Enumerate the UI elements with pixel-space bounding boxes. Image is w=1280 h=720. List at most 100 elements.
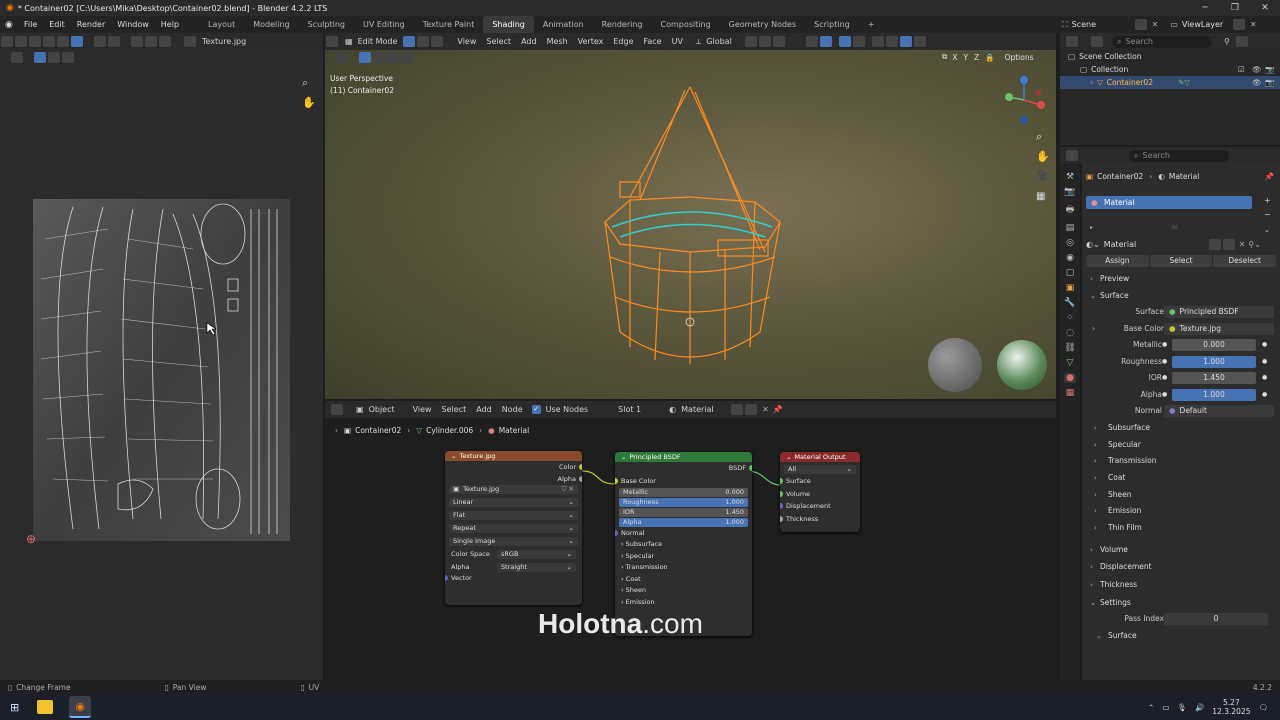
camera-view-icon[interactable]: 🎥 [1036, 171, 1048, 182]
solid-shading-icon[interactable] [885, 36, 898, 47]
outliner-editor-type-icon[interactable] [1066, 36, 1078, 47]
tray-chevron-icon[interactable]: ⌃ [1148, 703, 1154, 712]
visibility-icon[interactable] [805, 36, 818, 47]
pin-icon[interactable]: 📌 [773, 405, 783, 414]
particles-tab-icon[interactable]: ⁘ [1066, 313, 1074, 323]
menu-uv[interactable]: UV [667, 33, 688, 50]
projection-select[interactable]: Flat ⌄ [449, 510, 578, 520]
select-new-icon[interactable] [359, 52, 371, 63]
node-material-name[interactable]: Material [676, 401, 730, 418]
bsdf-panel-coat[interactable]: › Coat [615, 574, 752, 586]
use-nodes-checkbox[interactable]: ✓ [531, 405, 541, 414]
mode-select[interactable]: Edit Mode [353, 33, 403, 50]
viewport-editor-type-icon[interactable] [326, 36, 338, 47]
overlay-icon[interactable] [838, 36, 851, 47]
node-menu-node[interactable]: Node [497, 401, 528, 418]
bsdf-roughness-field[interactable]: Roughness 1.000 [619, 498, 748, 507]
surface-input-socket[interactable] [780, 478, 783, 484]
collection-tab-icon[interactable]: ▢ [1066, 268, 1075, 278]
bsdf-alpha-field[interactable]: Alpha 1.000 [619, 518, 748, 527]
proportional-edit-icon[interactable] [772, 36, 785, 47]
face-mode-icon[interactable] [431, 36, 444, 47]
xray-icon[interactable] [852, 36, 865, 47]
uv-sync-icon[interactable] [15, 36, 27, 47]
pass-index-field[interactable]: 0 [1164, 613, 1268, 626]
pan-hand-icon[interactable]: ✋ [302, 96, 316, 109]
material-tab-icon[interactable]: ● [1064, 373, 1076, 383]
tab-modeling[interactable]: Modeling [244, 16, 298, 33]
shader-type-select[interactable]: Object [364, 401, 404, 418]
color-output-socket[interactable] [579, 464, 582, 470]
bsdf-node-header[interactable]: ⌄ Principled BSDF [615, 452, 752, 462]
tab-compositing[interactable]: Compositing [652, 16, 720, 33]
scene-selector[interactable]: ⛶ Scene ✕ ▭ ViewLayer ✕ [1062, 16, 1257, 33]
scene-tab-icon[interactable]: ◎ [1066, 238, 1074, 248]
extension-select[interactable]: Repeat ⌄ [449, 523, 578, 533]
output-tab-icon[interactable]: 🖶 [1066, 202, 1075, 218]
tool-tab-icon[interactable]: ⚒ [1066, 172, 1074, 182]
delete-scene-icon[interactable]: ✕ [1152, 20, 1159, 29]
preview-section[interactable]: › Preview [1082, 271, 1280, 288]
menu-window[interactable]: Window [111, 16, 155, 33]
sticky-select-icon[interactable] [94, 36, 106, 47]
display-mode-icon[interactable] [1091, 36, 1103, 47]
displacement-input-socket[interactable] [780, 503, 783, 509]
pivot-point-icon[interactable] [744, 36, 757, 47]
thickness-section[interactable]: › Thickness [1082, 577, 1280, 594]
surface-section[interactable]: ⌄ Surface [1082, 288, 1280, 305]
menu-vertex[interactable]: Vertex [573, 33, 609, 50]
view-layer-name[interactable]: ViewLayer [1182, 20, 1232, 29]
roughness-keyframe-icon[interactable]: ● [1262, 354, 1267, 371]
tab-sculpting[interactable]: Sculpting [299, 16, 354, 33]
color-space-select[interactable]: sRGB ⌄ [497, 549, 576, 559]
subsection-coat[interactable]: › Coat [1082, 470, 1280, 487]
menu-help[interactable]: Help [155, 16, 185, 33]
network-icon[interactable]: ▭ [1162, 703, 1169, 712]
render-tab-icon[interactable]: 📷 [1064, 187, 1075, 197]
close-button[interactable]: ✕ [1250, 0, 1280, 16]
lock-icon[interactable]: 🔒 [985, 53, 994, 62]
interpolation-select[interactable]: Linear ⌄ [449, 497, 578, 507]
material-slot-item[interactable]: ● Material [1086, 196, 1252, 209]
menu-edge[interactable]: Edge [608, 33, 638, 50]
assign-button[interactable]: Assign [1086, 254, 1149, 267]
uv-select-extend-icon[interactable] [48, 52, 60, 63]
subsection-thin-film[interactable]: › Thin Film [1082, 520, 1280, 537]
bsdf-panel-emission[interactable]: › Emission [615, 597, 752, 609]
select-extend-icon[interactable] [373, 52, 385, 63]
file-explorer-icon[interactable] [37, 700, 54, 714]
options-dropdown[interactable]: Options [1005, 53, 1034, 62]
navigation-gizmo[interactable] [1001, 75, 1047, 127]
start-menu-icon[interactable]: ⊞ [10, 701, 19, 714]
menu-mesh[interactable]: Mesh [542, 33, 573, 50]
ior-keyframe-icon[interactable]: ● [1262, 370, 1267, 387]
node-menu-add[interactable]: Add [471, 401, 497, 418]
menu-view[interactable]: View [452, 33, 481, 50]
node-editor-canvas[interactable]: › ▣ Container02 › ▽ Cylinder.006 › ● Mat… [325, 418, 1056, 680]
zoom-icon[interactable]: ⌕ [302, 76, 308, 90]
normal-field[interactable]: ● Default [1164, 405, 1274, 418]
mirror-z-toggle[interactable]: Z [974, 53, 979, 62]
subsection-transmission[interactable]: › Transmission [1082, 453, 1280, 470]
subsection-emission[interactable]: › Emission [1082, 503, 1280, 520]
node-menu-select[interactable]: Select [437, 401, 472, 418]
material-name-field[interactable]: Material [1104, 240, 1208, 249]
slot-select[interactable]: Slot 1 [613, 401, 663, 418]
2d-cursor-icon[interactable]: ⊕ [26, 532, 36, 546]
uv-tool-icon[interactable] [11, 52, 23, 63]
select-button[interactable]: Select [1149, 254, 1213, 267]
ortho-toggle-icon[interactable]: ▦ [1036, 191, 1045, 202]
viewport-pan-icon[interactable]: ✋ [1036, 150, 1050, 163]
notifications-icon[interactable]: 🗨 [1258, 703, 1268, 712]
material-shading-icon[interactable] [899, 36, 912, 47]
microphone-icon[interactable]: 🎙 [1177, 703, 1187, 712]
bsdf-panel-specular[interactable]: › Specular [615, 551, 752, 563]
object-tab-icon[interactable]: ▣ [1066, 283, 1075, 293]
snap-icon[interactable] [145, 36, 157, 47]
material-duplicate-icon[interactable] [1222, 238, 1235, 250]
bsdf-output-socket[interactable] [749, 465, 752, 471]
uv-editor-canvas[interactable]: ⌕ ✋ ⊕ [0, 50, 323, 680]
edge-select-icon[interactable] [43, 36, 55, 47]
material-fake-user-icon[interactable] [1208, 238, 1221, 250]
base-color-expand-icon[interactable]: › [1092, 321, 1095, 338]
